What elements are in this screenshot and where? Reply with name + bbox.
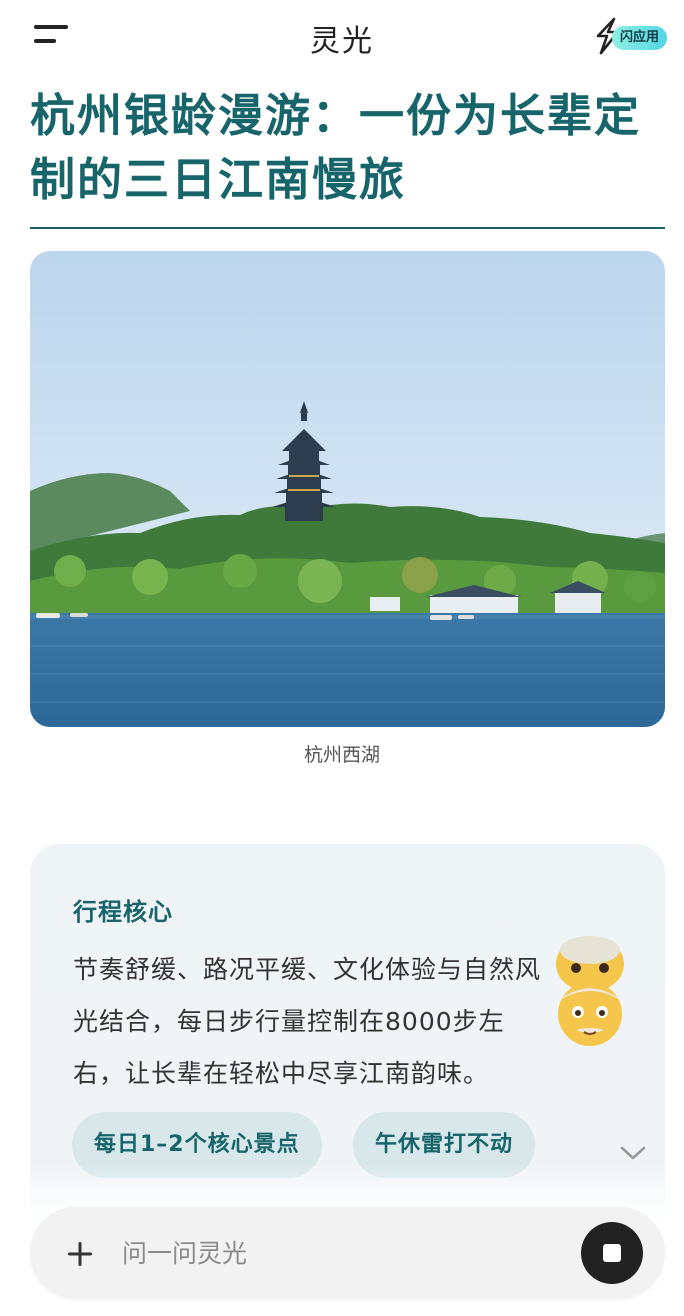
title-divider: [30, 227, 665, 229]
card-body-text: 节奏舒缓、路况平缓、文化体验与自然风光结合，每日步行量控制在8000步左右，让长…: [73, 955, 542, 1088]
top-bar: 灵光 闪应用: [0, 0, 684, 72]
flash-app-badge: 闪应用: [612, 26, 668, 50]
ask-input[interactable]: [122, 1227, 562, 1279]
chevron-down-icon[interactable]: [618, 1142, 648, 1162]
hero-caption: 杭州西湖: [303, 744, 380, 766]
app-title: 灵光: [310, 24, 374, 59]
itinerary-core-card: 行程核心 节奏舒缓、路况平缓、文化体验与自然风光结合，每日步行量控制在8000步…: [30, 844, 665, 1264]
page-title: 杭州银龄漫游：一份为长辈定制的三日江南慢旅: [30, 89, 642, 206]
card-heading: 行程核心: [73, 898, 173, 926]
hero-image: [30, 251, 665, 727]
plus-icon[interactable]: [66, 1240, 94, 1268]
stop-icon: [603, 1244, 621, 1262]
ask-composer: [30, 1207, 665, 1299]
old-man-emoji-icon: [556, 936, 624, 1046]
flash-app-button[interactable]: 闪应用: [590, 16, 674, 56]
stop-button[interactable]: [581, 1222, 643, 1284]
